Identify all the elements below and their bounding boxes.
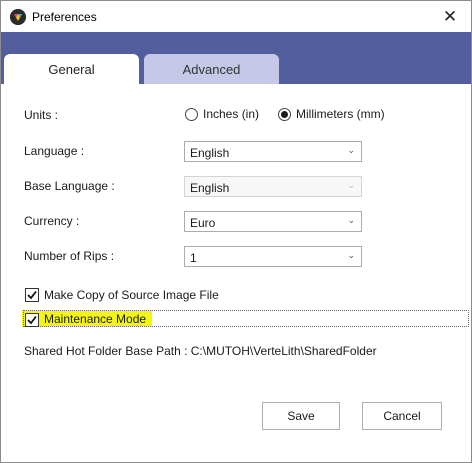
base-language-value: English [190, 181, 230, 195]
maintenance-mode-checkbox[interactable] [25, 313, 39, 327]
shared-hot-folder-path: Shared Hot Folder Base Path : C:\MUTOH\V… [24, 344, 377, 358]
units-inches-radio[interactable] [185, 108, 198, 121]
save-button[interactable]: Save [262, 402, 340, 430]
close-icon[interactable]: ✕ [433, 4, 467, 30]
language-label: Language : [24, 144, 85, 158]
chevron-down-icon: ⌄ [347, 180, 355, 190]
cancel-button[interactable]: Cancel [362, 402, 442, 430]
preferences-window: Preferences ✕ General Advanced Units : I… [0, 0, 472, 463]
units-millimeters-label[interactable]: Millimeters (mm) [296, 107, 385, 121]
base-language-dropdown: English ⌄ [184, 176, 362, 197]
currency-label: Currency : [24, 214, 80, 228]
maintenance-mode-label[interactable]: Maintenance Mode [44, 312, 146, 326]
currency-dropdown[interactable]: Euro ⌄ [184, 211, 362, 232]
number-of-rips-label: Number of Rips : [24, 249, 115, 263]
units-label: Units : [24, 108, 59, 122]
units-inches-label[interactable]: Inches (in) [203, 107, 259, 121]
make-copy-label[interactable]: Make Copy of Source Image File [44, 288, 219, 302]
number-of-rips-value: 1 [190, 251, 197, 265]
base-language-label: Base Language : [24, 179, 115, 193]
language-value: English [190, 146, 230, 160]
window-title: Preferences [32, 10, 97, 24]
general-panel: Units : Inches (in) Millimeters (mm) Lan… [1, 84, 471, 462]
chevron-down-icon: ⌄ [347, 250, 355, 260]
tab-general[interactable]: General [4, 54, 139, 84]
title-bar: Preferences ✕ [1, 1, 471, 32]
language-dropdown[interactable]: English ⌄ [184, 141, 362, 162]
tab-advanced[interactable]: Advanced [144, 54, 279, 84]
units-millimeters-radio[interactable] [278, 108, 291, 121]
chevron-down-icon: ⌄ [347, 145, 355, 155]
tab-strip: General Advanced [1, 32, 471, 84]
app-icon [10, 9, 26, 25]
make-copy-checkbox[interactable] [25, 288, 39, 302]
chevron-down-icon: ⌄ [347, 215, 355, 225]
currency-value: Euro [190, 216, 216, 230]
number-of-rips-dropdown[interactable]: 1 ⌄ [184, 246, 362, 267]
